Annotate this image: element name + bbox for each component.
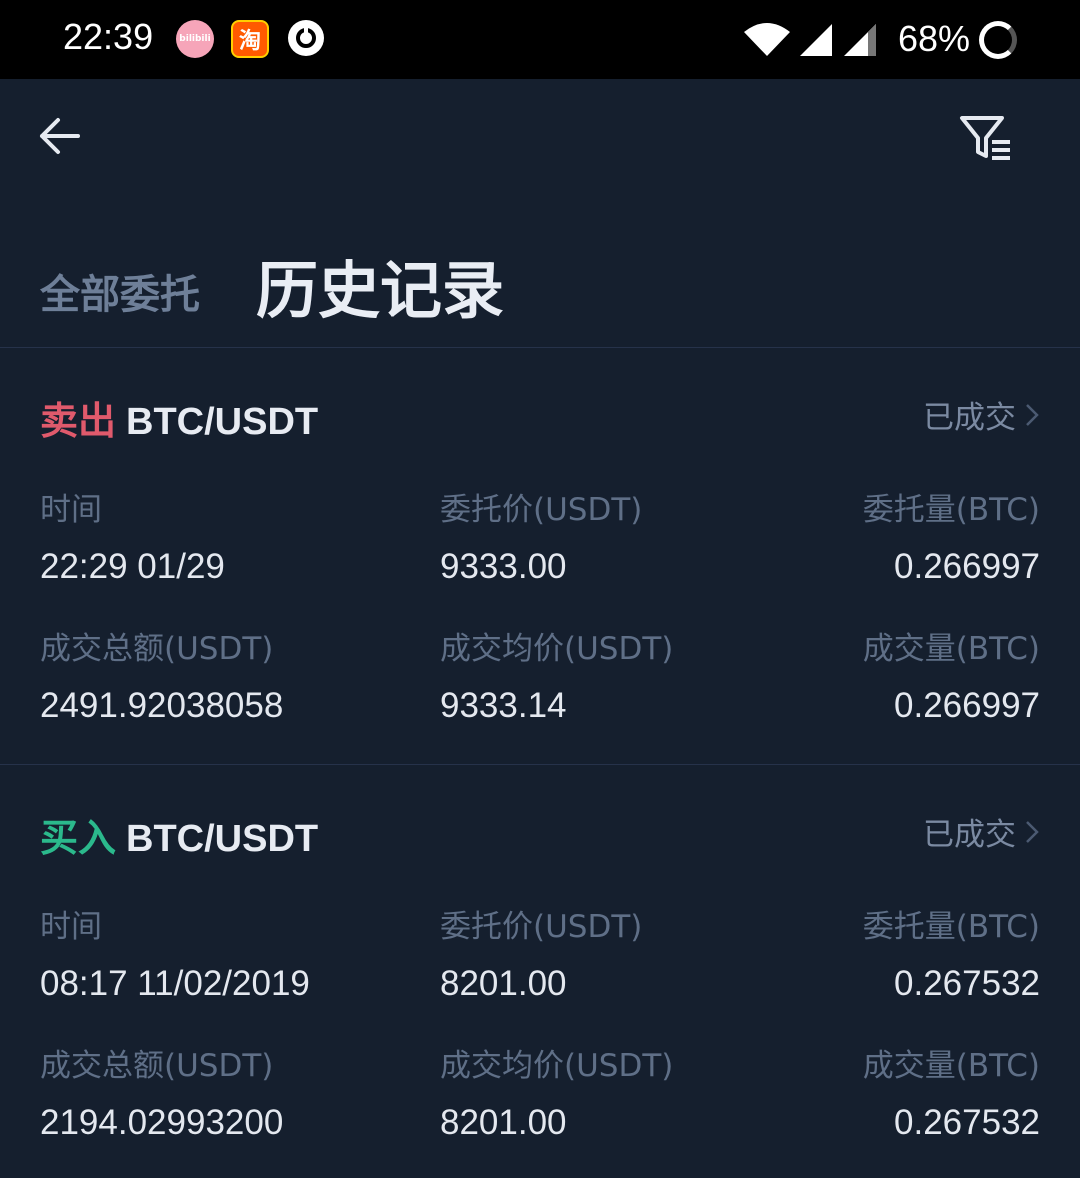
battery-percent: 68% xyxy=(898,18,971,59)
bilibili-app-icon: bilibili xyxy=(176,20,214,58)
value-order-amount: 0.266997 xyxy=(894,547,1040,586)
label-filled-amount: 成交量(BTC) xyxy=(862,1048,1040,1084)
value-time: 08:17 11/02/2019 xyxy=(40,964,310,1003)
value-time: 22:29 01/29 xyxy=(40,547,225,586)
order-side: 卖出 xyxy=(40,399,117,443)
signal-icon-2 xyxy=(844,24,876,56)
value-avg-price: 9333.14 xyxy=(440,686,567,725)
value-order-price: 8201.00 xyxy=(440,964,567,1003)
order-card[interactable]: 买入 BTC/USDT 已成交 时间 委托价(USDT) 委托量(BTC) 08:… xyxy=(0,765,1080,1178)
order-status[interactable]: 已成交 xyxy=(923,392,1040,437)
label-filled-amount: 成交量(BTC) xyxy=(862,631,1040,667)
value-total: 2194.02993200 xyxy=(40,1103,284,1142)
order-title: 卖出 BTC/USDT xyxy=(40,390,318,445)
order-status-label: 已成交 xyxy=(923,400,1016,436)
value-avg-price: 8201.00 xyxy=(440,1103,567,1142)
label-order-price: 委托价(USDT) xyxy=(440,909,643,945)
label-avg-price: 成交均价(USDT) xyxy=(440,1048,674,1084)
value-filled-amount: 0.267532 xyxy=(894,1103,1040,1142)
status-bar: 22:39 bilibili 淘 68% xyxy=(0,0,1080,79)
chevron-right-icon xyxy=(1026,820,1039,843)
label-avg-price: 成交均价(USDT) xyxy=(440,631,674,667)
filter-icon[interactable] xyxy=(958,112,1014,164)
value-total: 2491.92038058 xyxy=(40,686,284,725)
label-order-amount: 委托量(BTC) xyxy=(862,909,1040,945)
tab-all-orders[interactable]: 全部委托 xyxy=(40,262,200,320)
order-title: 买入 BTC/USDT xyxy=(40,807,318,862)
taobao-app-icon: 淘 xyxy=(231,20,269,58)
tab-history[interactable]: 历史记录 xyxy=(256,240,504,330)
label-time: 时间 xyxy=(40,909,102,945)
label-total: 成交总额(USDT) xyxy=(40,631,274,667)
signal-icon xyxy=(800,24,832,56)
label-total: 成交总额(USDT) xyxy=(40,1048,274,1084)
status-time: 22:39 xyxy=(63,16,154,57)
chevron-right-icon xyxy=(1026,403,1039,426)
sync-icon xyxy=(288,20,324,56)
value-filled-amount: 0.266997 xyxy=(894,686,1040,725)
wifi-icon xyxy=(744,23,790,56)
order-pair: BTC/USDT xyxy=(126,401,319,443)
order-card[interactable]: 卖出 BTC/USDT 已成交 时间 委托价(USDT) 委托量(BTC) 22:… xyxy=(0,348,1080,764)
order-pair: BTC/USDT xyxy=(126,818,319,860)
order-status[interactable]: 已成交 xyxy=(923,809,1040,854)
value-order-amount: 0.267532 xyxy=(894,964,1040,1003)
value-order-price: 9333.00 xyxy=(440,547,567,586)
back-arrow-icon[interactable] xyxy=(36,112,84,160)
battery-icon xyxy=(979,21,1017,59)
order-status-label: 已成交 xyxy=(923,817,1016,853)
order-side: 买入 xyxy=(40,816,117,860)
label-order-price: 委托价(USDT) xyxy=(440,492,643,528)
label-order-amount: 委托量(BTC) xyxy=(862,492,1040,528)
label-time: 时间 xyxy=(40,492,102,528)
